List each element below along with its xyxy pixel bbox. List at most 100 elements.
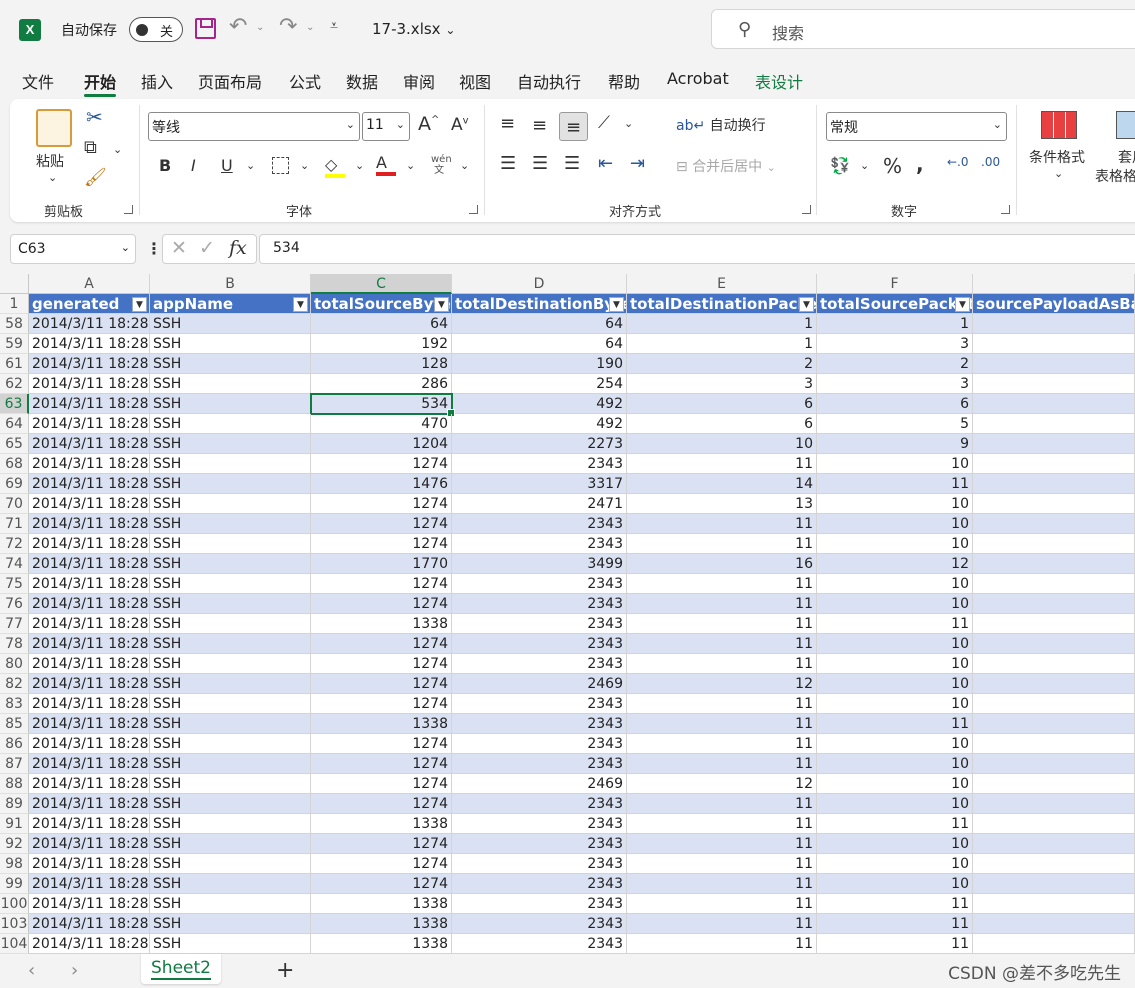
table-cell[interactable]: 64 [311,314,452,334]
table-cell[interactable]: 1 [627,334,817,354]
table-cell[interactable]: 6 [627,414,817,434]
tab-view[interactable]: 视图 [459,69,491,93]
table-cell[interactable]: 2343 [452,914,627,934]
table-cell[interactable]: 10 [817,454,973,474]
next-sheet-icon[interactable]: › [71,960,78,981]
table-cell[interactable]: 11 [627,914,817,934]
font-name-select[interactable]: 等线 ⌄ [148,112,360,141]
font-launcher-icon[interactable] [469,205,478,214]
table-cell[interactable]: 2014/3/11 18:28 [29,474,150,494]
table-cell[interactable]: 2343 [452,514,627,534]
table-cell[interactable]: 1274 [311,494,452,514]
align-center-icon[interactable]: ☰ [532,153,548,174]
increase-font-icon[interactable]: A^ [418,113,439,135]
cut-icon[interactable]: ✂ [86,105,103,129]
table-cell[interactable]: 2014/3/11 18:28 [29,774,150,794]
table-cell[interactable]: 11 [627,834,817,854]
table-cell[interactable]: 5 [817,414,973,434]
table-cell[interactable]: SSH [150,714,311,734]
table-cell[interactable] [973,434,1135,454]
table-cell[interactable]: SSH [150,894,311,914]
table-cell[interactable]: 6 [627,394,817,414]
table-cell[interactable]: 10 [817,874,973,894]
table-cell[interactable]: 13 [627,494,817,514]
row-header[interactable]: 70 [0,494,29,514]
row-header[interactable]: 68 [0,454,29,474]
table-cell[interactable] [973,814,1135,834]
table-cell[interactable]: 1274 [311,674,452,694]
table-cell[interactable]: SSH [150,854,311,874]
table-cell[interactable]: 11 [627,514,817,534]
row-header[interactable]: 1 [0,294,29,314]
phonetic-icon[interactable]: wén 文 [431,154,452,176]
table-cell[interactable] [973,514,1135,534]
row-header[interactable]: 89 [0,794,29,814]
redo-icon[interactable]: ↷ [279,14,297,39]
filter-dropdown-icon[interactable]: ▼ [609,297,624,312]
table-cell[interactable]: SSH [150,634,311,654]
tab-review[interactable]: 审阅 [403,69,435,93]
table-cell[interactable]: 2343 [452,854,627,874]
row-header[interactable]: 100 [0,894,29,914]
table-cell[interactable]: 2014/3/11 18:28 [29,574,150,594]
table-cell[interactable]: 2014/3/11 18:28 [29,694,150,714]
table-cell[interactable]: 2343 [452,894,627,914]
align-bottom-icon[interactable]: ≡ [559,112,588,141]
table-cell[interactable]: 10 [817,674,973,694]
table-cell[interactable]: 3 [627,374,817,394]
align-top-icon[interactable]: ≡ [500,113,515,134]
table-cell[interactable]: 2014/3/11 18:28 [29,634,150,654]
table-cell[interactable]: 2469 [452,774,627,794]
table-cell[interactable]: 1 [817,314,973,334]
more-options-icon[interactable]: ⋮ [146,239,162,258]
table-cell[interactable]: 1274 [311,834,452,854]
table-cell[interactable]: 2343 [452,934,627,954]
redo-dropdown-icon[interactable]: ⌄ [306,22,314,33]
table-cell[interactable]: 2 [627,354,817,374]
table-cell[interactable]: 2 [817,354,973,374]
table-cell[interactable]: 2343 [452,754,627,774]
table-cell[interactable]: 2471 [452,494,627,514]
underline-dropdown-icon[interactable]: ⌄ [246,159,255,172]
percent-icon[interactable]: % [883,154,902,178]
table-cell[interactable] [973,414,1135,434]
table-cell[interactable]: 11 [627,634,817,654]
fill-color-icon[interactable]: ◇ [325,155,345,178]
table-cell[interactable]: SSH [150,874,311,894]
table-cell[interactable]: 1338 [311,914,452,934]
table-cell[interactable]: SSH [150,754,311,774]
row-header[interactable]: 103 [0,914,29,934]
table-cell[interactable]: 1338 [311,934,452,954]
table-cell[interactable]: 2273 [452,434,627,454]
table-cell[interactable]: SSH [150,614,311,634]
number-format-select[interactable]: 常规 ⌄ [826,112,1007,141]
table-cell[interactable]: SSH [150,314,311,334]
row-header[interactable]: 80 [0,654,29,674]
filter-dropdown-icon[interactable]: ▼ [293,297,308,312]
table-cell[interactable]: 10 [817,634,973,654]
table-cell[interactable]: 1338 [311,814,452,834]
table-cell[interactable]: SSH [150,794,311,814]
table-cell[interactable]: 11 [817,714,973,734]
customize-toolbar-icon[interactable]: ⩡ [330,18,338,34]
table-header-cell[interactable]: sourcePayloadAsBase [973,294,1135,314]
row-header[interactable]: 58 [0,314,29,334]
table-cell[interactable]: 14 [627,474,817,494]
table-cell[interactable] [973,334,1135,354]
table-cell[interactable]: 1274 [311,634,452,654]
table-cell[interactable] [973,314,1135,334]
fill-color-dropdown-icon[interactable]: ⌄ [355,159,364,172]
tab-home[interactable]: 开始 [84,69,117,97]
table-cell[interactable] [973,794,1135,814]
table-header-cell[interactable]: totalDestinationByte ▼ [452,294,627,314]
table-cell[interactable]: 12 [817,554,973,574]
search-box[interactable]: ⚲ 搜索 [711,9,1135,49]
row-header[interactable]: 83 [0,694,29,714]
row-header[interactable]: 64 [0,414,29,434]
table-cell[interactable]: 1274 [311,574,452,594]
row-header[interactable]: 65 [0,434,29,454]
table-cell[interactable] [973,774,1135,794]
table-cell[interactable]: 2014/3/11 18:28 [29,314,150,334]
copy-icon[interactable]: ⧉ [84,137,97,158]
table-header-cell[interactable]: totalSourcePacket ▼ [817,294,973,314]
